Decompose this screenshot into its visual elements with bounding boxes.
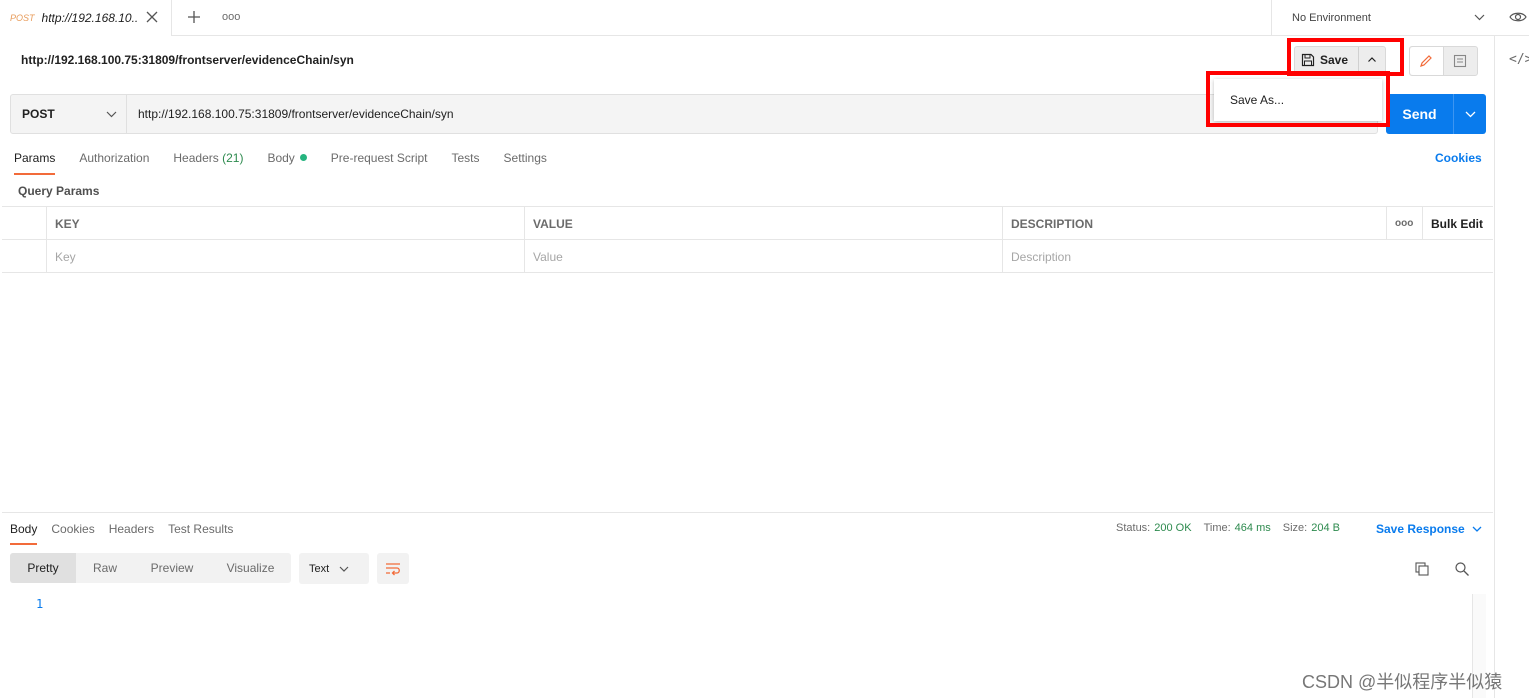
- chevron-down-icon: [106, 111, 117, 118]
- time-value[interactable]: 464 ms: [1235, 522, 1271, 534]
- method-label: POST: [22, 107, 55, 121]
- time-label: Time:: [1203, 522, 1231, 534]
- params-table: KEY VALUE DESCRIPTION ooo Bulk Edit Key …: [2, 206, 1493, 273]
- request-tabs: Params Authorization Headers (21) Body P…: [14, 151, 571, 175]
- format-selector: Pretty Raw Preview Visualize: [10, 553, 291, 583]
- cookies-link[interactable]: Cookies: [1435, 151, 1482, 165]
- comment-icon: [1454, 54, 1467, 68]
- tab-headers[interactable]: Headers (21): [173, 151, 243, 175]
- send-button[interactable]: Send: [1386, 94, 1454, 134]
- request-tab[interactable]: POST http://192.168.10...: [0, 0, 172, 36]
- environment-selector[interactable]: No Environment: [1271, 0, 1499, 36]
- tab-tests[interactable]: Tests: [452, 151, 480, 175]
- response-status-bar: Status: 200 OK Time: 464 ms Size: 204 B: [1116, 522, 1352, 534]
- save-response-button[interactable]: Save Response: [1376, 522, 1482, 536]
- url-input[interactable]: http://192.168.100.75:31809/frontserver/…: [127, 95, 454, 133]
- tab-settings[interactable]: Settings: [504, 151, 547, 175]
- send-options-toggle[interactable]: [1454, 94, 1486, 134]
- word-wrap-button[interactable]: [377, 553, 409, 584]
- response-type-label: Text: [309, 562, 330, 575]
- format-pretty[interactable]: Pretty: [10, 553, 76, 583]
- key-input[interactable]: Key: [46, 240, 524, 273]
- comments-button[interactable]: [1444, 47, 1478, 75]
- method-selector[interactable]: POST: [11, 95, 127, 133]
- tab-params[interactable]: Params: [14, 151, 56, 175]
- right-sidebar: [1494, 36, 1529, 698]
- query-params-title: Query Params: [18, 184, 100, 198]
- table-row: Key Value Description: [2, 240, 1493, 273]
- size-value[interactable]: 204 B: [1311, 522, 1340, 534]
- chevron-down-icon: [1465, 111, 1475, 117]
- format-visualize[interactable]: Visualize: [210, 553, 291, 583]
- word-wrap-icon: [386, 562, 400, 575]
- description-input[interactable]: Description: [1002, 240, 1493, 273]
- body-indicator-dot: [299, 154, 307, 161]
- headers-label: Headers: [173, 151, 219, 165]
- response-tab-body[interactable]: Body: [10, 522, 38, 545]
- search-icon[interactable]: [1454, 561, 1470, 577]
- save-response-label: Save Response: [1376, 522, 1465, 536]
- description-column-header: DESCRIPTION: [1002, 207, 1386, 240]
- more-options-icon[interactable]: ooo: [1386, 207, 1422, 240]
- request-name: http://192.168.100.75:31809/frontserver/…: [21, 53, 354, 67]
- body-label: Body: [267, 151, 295, 165]
- response-tab-cookies[interactable]: Cookies: [51, 522, 94, 545]
- format-preview[interactable]: Preview: [134, 553, 210, 583]
- more-tabs-icon[interactable]: ooo: [222, 11, 240, 23]
- size-label: Size:: [1282, 522, 1308, 534]
- chevron-down-icon: [1472, 526, 1482, 532]
- watermark-text: CSDN @半似程序半似猿: [1302, 672, 1503, 692]
- pencil-icon: [1420, 55, 1433, 67]
- key-column-header: KEY: [46, 207, 524, 240]
- new-tab-plus-icon[interactable]: [186, 9, 202, 25]
- format-raw[interactable]: Raw: [76, 553, 134, 583]
- close-icon[interactable]: [145, 10, 159, 24]
- eye-icon[interactable]: [1509, 9, 1527, 25]
- edit-button[interactable]: [1410, 47, 1444, 75]
- code-icon[interactable]: </>: [1509, 52, 1529, 67]
- response-tabs: Body Cookies Headers Test Results: [10, 522, 247, 545]
- copy-icon[interactable]: [1414, 561, 1430, 577]
- url-bar: POST http://192.168.100.75:31809/frontse…: [10, 94, 1378, 134]
- send-button-group: Send: [1386, 94, 1486, 134]
- tab-prerequest-script[interactable]: Pre-request Script: [331, 151, 428, 175]
- tab-body[interactable]: Body: [267, 151, 307, 175]
- highlight-box-save-as: [1206, 71, 1390, 127]
- table-header-row: KEY VALUE DESCRIPTION ooo Bulk Edit: [2, 207, 1493, 240]
- tab-authorization[interactable]: Authorization: [79, 151, 149, 175]
- edit-comment-group: [1409, 46, 1478, 76]
- value-column-header: VALUE: [524, 207, 1002, 240]
- response-type-selector[interactable]: Text: [299, 553, 369, 584]
- headers-count: (21): [222, 151, 244, 165]
- chevron-down-icon: [1474, 14, 1485, 21]
- response-tab-headers[interactable]: Headers: [109, 522, 154, 545]
- tab-method-label: POST: [10, 13, 35, 23]
- status-value[interactable]: 200 OK: [1154, 522, 1191, 534]
- value-input[interactable]: Value: [524, 240, 1002, 273]
- tab-title: http://192.168.10...: [41, 11, 138, 25]
- environment-label: No Environment: [1292, 12, 1371, 24]
- response-tab-test-results[interactable]: Test Results: [168, 522, 233, 545]
- response-divider[interactable]: [2, 512, 1493, 513]
- tab-bar: POST http://192.168.10... ooo No Environ…: [0, 0, 1529, 36]
- line-number: 1: [36, 597, 44, 611]
- bulk-edit-button[interactable]: Bulk Edit: [1422, 207, 1493, 240]
- status-label: Status:: [1116, 522, 1151, 534]
- chevron-down-icon: [339, 566, 349, 572]
